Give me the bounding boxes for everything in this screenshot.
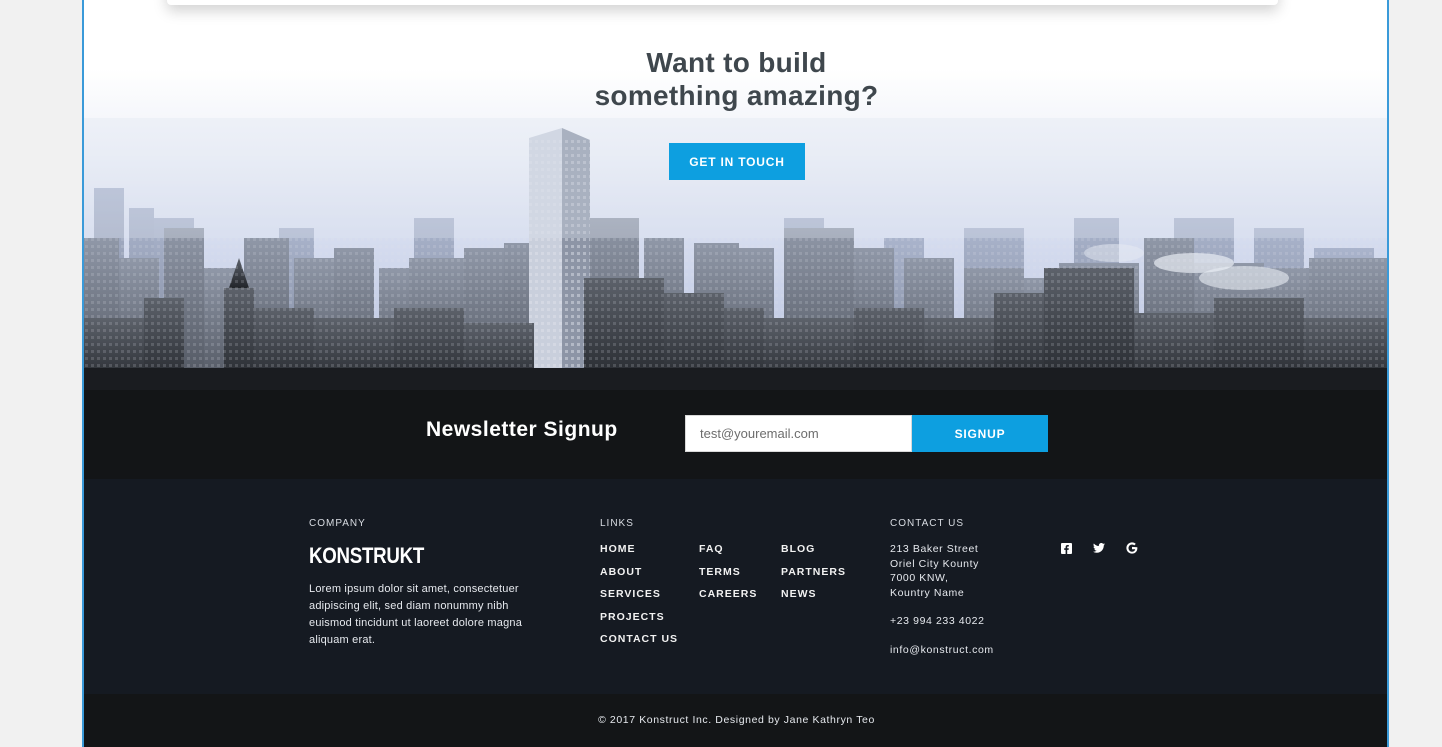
footer-link-home[interactable]: HOME — [600, 542, 678, 565]
footer-link-about[interactable]: ABOUT — [600, 565, 678, 588]
twitter-icon[interactable] — [1092, 541, 1106, 555]
contact-phone: +23 994 233 4022 — [890, 615, 985, 627]
content-card — [167, 0, 1278, 5]
footer-link-faq[interactable]: FAQ — [699, 542, 757, 565]
contact-email[interactable]: info@konstruct.com — [890, 644, 994, 656]
links-column-3: BLOG PARTNERS NEWS — [781, 542, 846, 610]
hero-section: Want to build something amazing? GET IN … — [84, 0, 1387, 390]
footer-link-projects[interactable]: PROJECTS — [600, 610, 678, 633]
company-description: Lorem ipsum dolor sit amet, consectetuer… — [309, 583, 523, 646]
page-frame: Want to build something amazing? GET IN … — [82, 0, 1389, 747]
footer: COMPANY KONSTRUKT Lorem ipsum dolor sit … — [84, 479, 1387, 694]
footer-link-partners[interactable]: PARTNERS — [781, 565, 846, 588]
links-column-1: HOME ABOUT SERVICES PROJECTS CONTACT US — [600, 542, 678, 655]
address-line: Oriel City Kounty — [890, 557, 979, 570]
links-heading: LINKS — [600, 518, 634, 529]
hero-title-line2: something amazing? — [594, 80, 879, 111]
newsletter-title: Newsletter Signup — [426, 418, 618, 441]
copyright-bar: © 2017 Konstruct Inc. Designed by Jane K… — [84, 694, 1387, 747]
konstrukt-logo[interactable]: KONSTRUKT — [309, 543, 424, 569]
footer-link-services[interactable]: SERVICES — [600, 587, 678, 610]
footer-link-contact-us[interactable]: CONTACT US — [600, 632, 678, 655]
hero-title: Want to build something amazing? — [84, 46, 1387, 112]
signup-button[interactable]: SIGNUP — [912, 415, 1048, 452]
facebook-icon[interactable] — [1059, 541, 1073, 555]
footer-link-news[interactable]: NEWS — [781, 587, 846, 610]
links-column-2: FAQ TERMS CAREERS — [699, 542, 757, 610]
address-line: 213 Baker Street — [890, 543, 979, 555]
google-icon[interactable] — [1125, 541, 1139, 555]
footer-link-careers[interactable]: CAREERS — [699, 587, 757, 610]
get-in-touch-button[interactable]: GET IN TOUCH — [669, 143, 805, 180]
address-line: 7000 KNW, — [890, 572, 949, 584]
newsletter-section: Newsletter Signup SIGNUP — [84, 390, 1387, 479]
footer-link-blog[interactable]: BLOG — [781, 542, 846, 565]
email-field[interactable] — [685, 415, 912, 452]
contact-address: 213 Baker Street Oriel City Kounty 7000 … — [890, 542, 979, 600]
copyright-text: © 2017 Konstruct Inc. Designed by Jane K… — [598, 714, 875, 726]
address-line: Kountry Name — [890, 586, 965, 599]
footer-link-terms[interactable]: TERMS — [699, 565, 757, 588]
company-heading: COMPANY — [309, 518, 366, 529]
contact-heading: CONTACT US — [890, 518, 965, 529]
hero-title-line1: Want to build — [646, 47, 827, 78]
